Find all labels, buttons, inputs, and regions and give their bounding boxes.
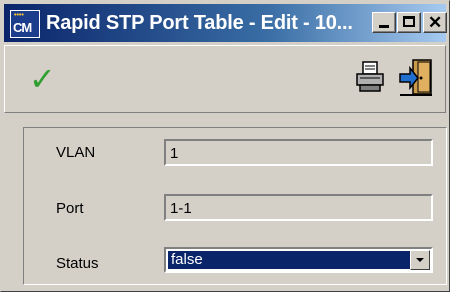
port-field[interactable]: 1-1 xyxy=(164,194,433,221)
maximize-button[interactable] xyxy=(397,12,421,33)
minimize-icon xyxy=(379,25,389,28)
status-select[interactable]: false xyxy=(164,247,433,273)
port-label: Port xyxy=(56,200,84,217)
app-logo-icon[interactable]: •••• CM xyxy=(8,8,42,38)
title-bar[interactable]: •••• CM Rapid STP Port Table - Edit - 10… xyxy=(4,4,447,42)
maximize-icon xyxy=(403,16,415,27)
apply-checkmark-icon[interactable]: ✓ xyxy=(29,60,56,98)
exit-door-icon[interactable] xyxy=(398,58,434,98)
chevron-down-icon[interactable] xyxy=(410,250,430,270)
toolbar: ✓ xyxy=(4,45,446,113)
close-icon: ✕ xyxy=(428,13,443,32)
close-button[interactable]: ✕ xyxy=(423,12,447,33)
app-window: •••• CM Rapid STP Port Table - Edit - 10… xyxy=(0,0,450,292)
minimize-button[interactable] xyxy=(372,12,396,33)
vlan-field[interactable]: 1 xyxy=(164,139,433,166)
window-title: Rapid STP Port Table - Edit - 10... xyxy=(46,11,353,34)
status-label: Status xyxy=(56,255,99,272)
app-icon-label: CM xyxy=(13,20,32,35)
vlan-label: VLAN xyxy=(56,144,96,161)
printer-icon[interactable] xyxy=(355,60,385,94)
status-selected-value: false xyxy=(167,250,412,270)
